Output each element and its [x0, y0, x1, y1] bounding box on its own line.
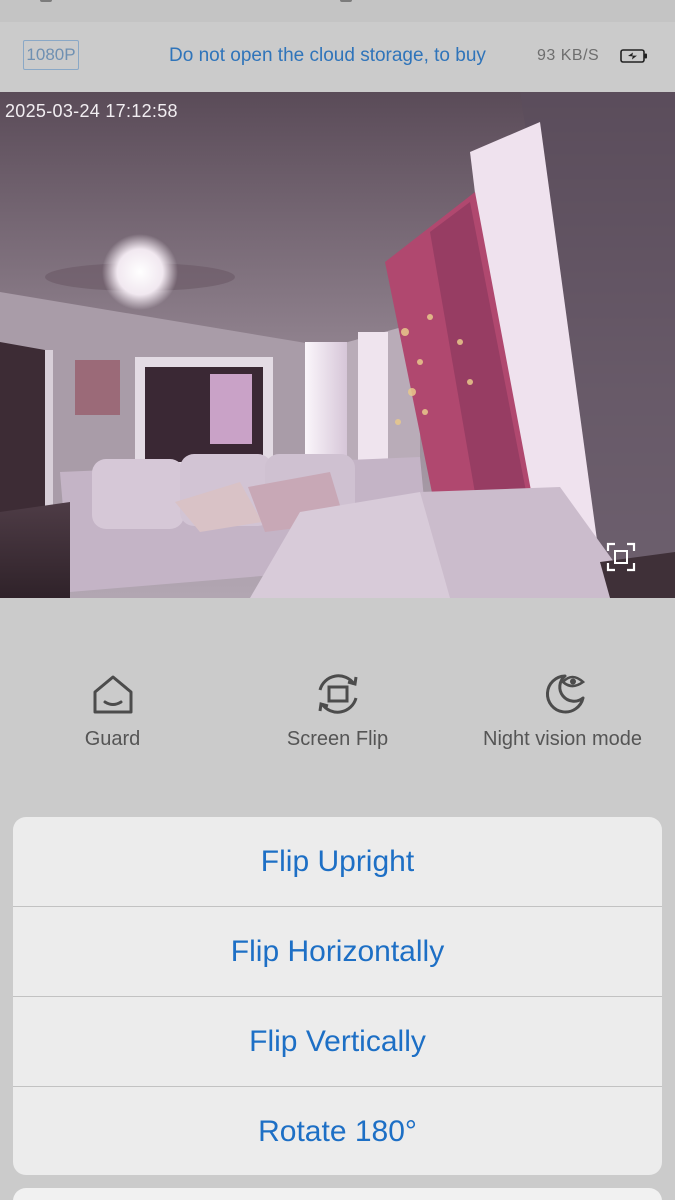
- bitrate-readout: 93 KB/S: [537, 47, 600, 64]
- flip-upright-option[interactable]: Flip Upright: [13, 817, 662, 907]
- status-bar-glyph: [40, 0, 52, 2]
- battery-charging-icon: [620, 49, 647, 63]
- camera-controls-row: Guard Screen Flip Night vision mode: [0, 598, 675, 818]
- resolution-button[interactable]: 1080P: [23, 40, 79, 70]
- stream-info-bar: 1080P Do not open the cloud storage, to …: [0, 22, 675, 92]
- rotate-180-option[interactable]: Rotate 180°: [13, 1087, 662, 1175]
- cancel-button[interactable]: [13, 1188, 662, 1200]
- night-vision-icon: [545, 674, 585, 714]
- screen-flip-label: Screen Flip: [286, 728, 389, 750]
- screen-flip-control[interactable]: Screen Flip: [225, 668, 450, 751]
- night-vision-label: Night vision mode: [483, 728, 642, 750]
- flip-vertically-option[interactable]: Flip Vertically: [13, 997, 662, 1087]
- fullscreen-icon[interactable]: [606, 542, 636, 572]
- status-bar-glyph: [340, 0, 352, 2]
- video-timestamp: 2025-03-24 17:12:58: [5, 101, 178, 121]
- cloud-storage-link[interactable]: Do not open the cloud storage, to buy: [169, 45, 486, 67]
- night-vision-control[interactable]: Night vision mode: [450, 668, 675, 751]
- screen-flip-icon: [318, 674, 357, 714]
- camera-frame-image: [0, 92, 675, 598]
- flip-options-action-sheet: Flip Upright Flip Horizontally Flip Vert…: [13, 817, 662, 1175]
- live-video-feed[interactable]: 2025-03-24 17:12:58: [0, 92, 675, 598]
- status-bar: [0, 0, 675, 22]
- camera-live-page: 1080P Do not open the cloud storage, to …: [0, 0, 675, 1200]
- home-guard-icon: [93, 675, 132, 714]
- guard-label: Guard: [84, 728, 141, 750]
- flip-horizontally-option[interactable]: Flip Horizontally: [13, 907, 662, 997]
- guard-control[interactable]: Guard: [0, 668, 225, 751]
